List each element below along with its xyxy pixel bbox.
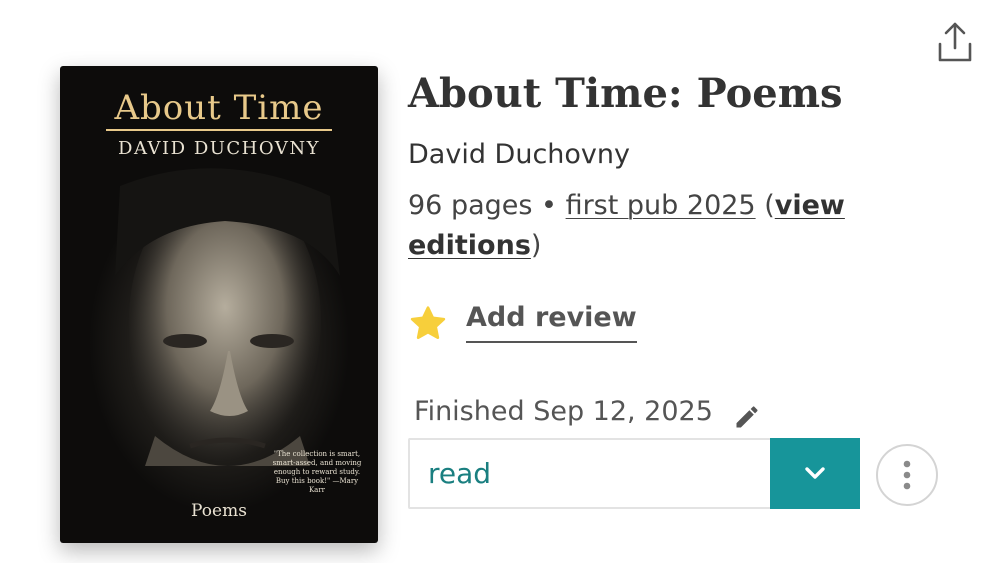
meta-separator: •: [541, 190, 557, 221]
chevron-down-icon: [805, 467, 825, 479]
shelf-select[interactable]: read: [408, 438, 860, 509]
paren-close: ): [530, 230, 542, 261]
finished-date: Finished Sep 12, 2025: [414, 396, 713, 427]
paren-open: (: [764, 190, 775, 221]
share-button[interactable]: [932, 20, 978, 66]
more-options-button[interactable]: [876, 444, 938, 506]
shelf-value: read: [428, 457, 492, 490]
author-name[interactable]: David Duchovny: [408, 139, 630, 170]
cover-portrait: [115, 168, 340, 466]
book-meta: 96 pages • first pub 2025 (view editions…: [408, 186, 888, 266]
page-count: 96 pages: [408, 190, 533, 221]
more-vertical-icon: [903, 460, 911, 490]
cover-divider: [106, 129, 332, 131]
add-review-link[interactable]: Add review: [466, 302, 637, 343]
cover-author: DAVID DUCHOVNY: [118, 138, 320, 159]
book-cover[interactable]: About Time DAVID DUCHOVNY "The collectio…: [60, 66, 378, 543]
star-icon: [410, 306, 446, 339]
cover-blurb: "The collection is smart, smart-assed, a…: [272, 450, 362, 494]
pencil-icon[interactable]: [733, 403, 761, 431]
cover-title: About Time: [114, 88, 324, 128]
cover-subtitle: Poems: [191, 501, 247, 521]
book-title: About Time: Poems: [408, 70, 843, 117]
first-pub-link[interactable]: first pub 2025: [566, 190, 756, 221]
share-icon: [938, 22, 972, 62]
shelf-dropdown-button[interactable]: [770, 438, 860, 509]
